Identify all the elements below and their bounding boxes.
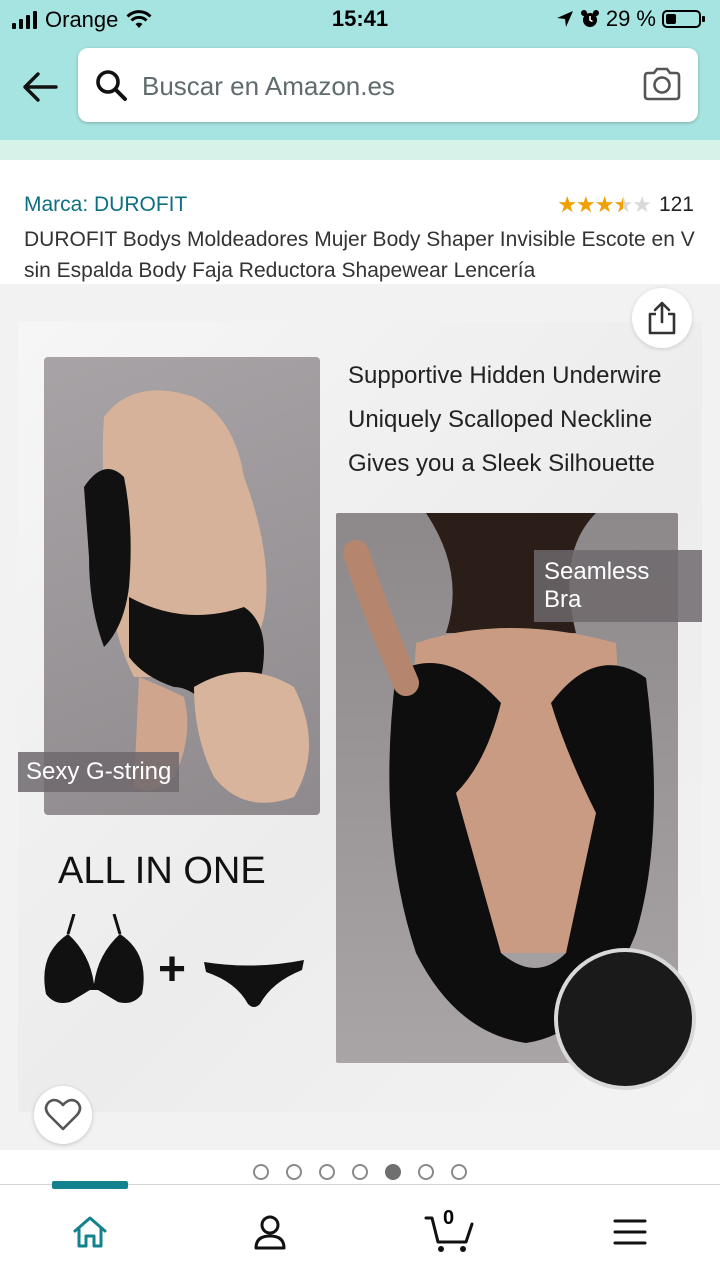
nav-menu[interactable]: [600, 1207, 660, 1257]
heart-icon: [44, 1098, 82, 1131]
rating-stars: ★★★★★★★★★★: [557, 192, 652, 217]
search-box[interactable]: [78, 48, 698, 122]
status-right: 29 %: [556, 6, 706, 32]
status-bar: Orange 15:41 29 %: [0, 0, 720, 38]
rating-count: 121: [658, 193, 694, 216]
carousel-dots: [0, 1164, 720, 1180]
nav-account[interactable]: [240, 1207, 300, 1257]
carousel-dot[interactable]: [286, 1164, 302, 1180]
rating[interactable]: ★★★★★★★★★★ 121: [557, 192, 694, 218]
feature-line: Uniquely Scalloped Neckline: [348, 406, 653, 433]
search-icon: [96, 70, 127, 101]
carousel-dot[interactable]: [451, 1164, 467, 1180]
thong-icon: [204, 960, 304, 1007]
search-header: [0, 38, 720, 140]
carousel-dot[interactable]: [385, 1164, 401, 1180]
carousel-dot[interactable]: [352, 1164, 368, 1180]
nav-cart[interactable]: 0: [420, 1207, 480, 1257]
menu-icon: [613, 1219, 647, 1245]
product-image[interactable]: Supportive Hidden Underwire Uniquely Sca…: [18, 322, 702, 1112]
battery-percent: 29 %: [605, 6, 656, 31]
bottom-nav: 0: [0, 1181, 720, 1280]
g-string-label: Sexy G-string: [18, 752, 180, 792]
header-subband: [0, 140, 720, 160]
back-arrow-icon[interactable]: [20, 70, 60, 104]
all-in-one-label: ALL IN ONE: [58, 850, 266, 892]
location-icon: [556, 11, 573, 27]
feature-line: Gives you a Sleek Silhouette: [348, 450, 655, 477]
account-icon: [254, 1215, 286, 1250]
battery-icon: [662, 10, 705, 28]
detail-zoom-circle: [554, 948, 696, 1090]
carousel-dot[interactable]: [418, 1164, 434, 1180]
cart-count: 0: [443, 1207, 455, 1229]
feature-list: Supportive Hidden Underwire Uniquely Sca…: [348, 354, 662, 486]
carousel-dot[interactable]: [319, 1164, 335, 1180]
share-icon: [648, 301, 676, 335]
brand-link[interactable]: Marca: DUROFIT: [24, 193, 187, 217]
nav-home[interactable]: [60, 1207, 120, 1257]
share-button[interactable]: [632, 288, 692, 348]
plus-sign: +: [158, 943, 187, 996]
wishlist-button[interactable]: [34, 1086, 92, 1144]
back-view-illustration: [84, 390, 309, 803]
feature-line: Supportive Hidden Underwire: [348, 362, 662, 389]
alarm-icon: [580, 10, 599, 27]
camera-icon[interactable]: [642, 66, 682, 102]
product-title: DUROFIT Bodys Moldeadores Mujer Body Sha…: [24, 228, 695, 282]
carousel-dot[interactable]: [253, 1164, 269, 1180]
bra-icon: [44, 914, 144, 1003]
rating-stars-filled: ★★★★★: [557, 192, 623, 217]
search-input[interactable]: [142, 68, 622, 104]
back-view-photo: [44, 357, 320, 815]
active-tab-indicator: [52, 1181, 128, 1189]
seamless-bra-label: Seamless Bra: [534, 550, 702, 622]
home-icon: [73, 1216, 107, 1248]
